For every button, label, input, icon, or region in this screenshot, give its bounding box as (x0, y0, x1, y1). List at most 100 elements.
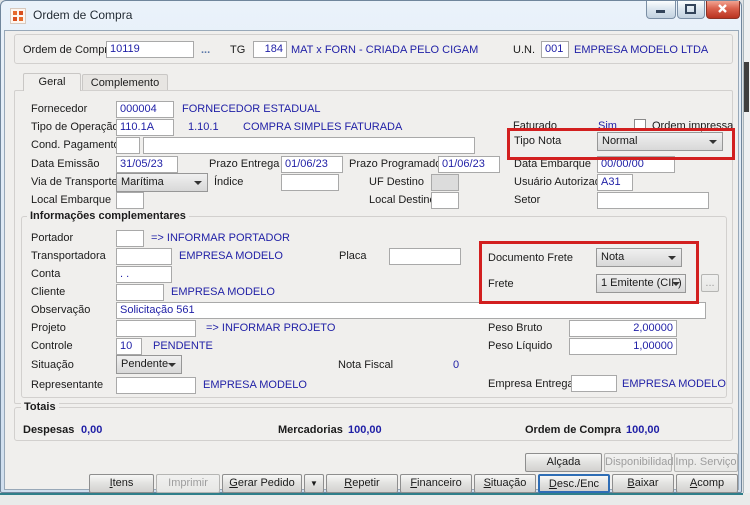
faturado-value: Sim (598, 120, 617, 132)
fornecedor-label: Fornecedor (31, 103, 88, 115)
app-icon (10, 8, 26, 24)
observacao-label: Observação (31, 304, 91, 316)
ordem-compra-total-value: 100,00 (626, 424, 660, 436)
conta-input[interactable]: . . (116, 266, 172, 283)
un-input[interactable]: 001 (541, 41, 569, 58)
cliente-label: Cliente (31, 286, 66, 298)
representante-label: Representante (31, 379, 104, 391)
data-embarque-input[interactable]: 00/00/00 (597, 156, 675, 173)
close-button[interactable] (706, 1, 740, 19)
local-embarque-label: Local Embarque (31, 194, 112, 206)
usuario-autorizado-input[interactable]: A31 (597, 174, 633, 191)
portador-hint: => INFORMAR PORTADOR (151, 232, 290, 244)
situacao-button[interactable]: Situação (474, 474, 536, 493)
ordem-de-compra-input[interactable]: 10119 (106, 41, 194, 58)
tab-complemento[interactable]: Complemento (82, 74, 168, 91)
chevron-down-icon (709, 140, 717, 144)
ordem-lookup-ellipsis-button[interactable]: ... (201, 44, 210, 56)
frete-label: Frete (488, 278, 514, 290)
titlebar[interactable]: Ordem de Compra (1, 1, 741, 30)
faturado-label: Faturado (513, 120, 558, 132)
cond-pagamento-label: Cond. Pagamento (31, 139, 120, 151)
usuario-autorizado-label: Usuário Autorizado (514, 176, 607, 188)
frete-dropdown[interactable]: 1 Emitente (CIF) (596, 274, 686, 293)
ordem-impressa-checkbox[interactable] (634, 119, 646, 131)
placa-input[interactable] (389, 248, 461, 265)
background-scrollbar-thumb[interactable] (744, 62, 749, 112)
tipo-nota-label: Tipo Nota (514, 135, 562, 147)
peso-liquido-label: Peso Líquido (488, 340, 553, 352)
cliente-input[interactable] (116, 284, 164, 301)
documento-frete-label: Documento Frete (488, 252, 573, 264)
data-emissao-label: Data Emissão (31, 158, 100, 170)
projeto-hint: => INFORMAR PROJETO (206, 322, 336, 334)
chevron-down-icon (672, 282, 680, 286)
prazo-programado-label: Prazo Programado (349, 158, 442, 170)
tab-geral[interactable]: Geral (23, 73, 81, 91)
indice-input[interactable] (281, 174, 339, 191)
nota-fiscal-value: 0 (453, 359, 460, 371)
setor-label: Setor (514, 194, 541, 206)
tipo-operacao-code: 1.10.1 (188, 121, 219, 133)
financeiro-button[interactable]: Financeiro (400, 474, 472, 493)
chevron-down-icon (668, 256, 676, 260)
chevron-down-icon (168, 363, 176, 367)
tg-input[interactable]: 184 (253, 41, 287, 58)
local-destino-input[interactable] (431, 192, 459, 209)
setor-input[interactable] (597, 192, 709, 209)
situacao-label: Situação (31, 359, 74, 371)
empresa-entrega-input[interactable] (571, 375, 617, 392)
minimize-button[interactable] (646, 1, 676, 19)
ordem-de-compra-window: Ordem de Compra Ordem de Compra 10119 ..… (0, 0, 742, 493)
uf-destino-input (431, 174, 459, 191)
local-embarque-input[interactable] (116, 192, 144, 209)
local-destino-label: Local Destino (369, 194, 436, 206)
cond-pagamento-code-input[interactable] (116, 137, 140, 154)
controle-input[interactable]: 10 (116, 338, 142, 355)
data-embarque-label: Data Embarque (514, 158, 592, 170)
baixar-button[interactable]: Baixar (612, 474, 674, 493)
peso-bruto-label: Peso Bruto (488, 322, 543, 334)
representante-input[interactable] (116, 377, 196, 394)
alcada-button[interactable]: Alçada (525, 453, 602, 472)
data-emissao-input[interactable]: 31/05/23 (116, 156, 178, 173)
maximize-icon (685, 4, 696, 14)
prazo-programado-input[interactable]: 01/06/23 (438, 156, 500, 173)
tipo-nota-dropdown[interactable]: Normal (597, 132, 723, 151)
via-transporte-dropdown[interactable]: Marítima (116, 173, 208, 192)
itens-button[interactable]: Itens (89, 474, 154, 493)
cliente-description: EMPRESA MODELO (171, 286, 275, 298)
un-description: EMPRESA MODELO LTDA (574, 44, 709, 56)
cond-pagamento-desc-input[interactable] (143, 137, 475, 154)
dropdown-arrow-icon: ▼ (310, 479, 318, 488)
tipo-operacao-input[interactable]: 110.1A (116, 119, 174, 136)
ordem-compra-total-label: Ordem de Compra (525, 424, 621, 436)
observacao-input[interactable]: Solicitação 561 (116, 302, 706, 319)
prazo-entrega-input[interactable]: 01/06/23 (281, 156, 343, 173)
fornecedor-input[interactable]: 000004 (116, 101, 174, 118)
repetir-button[interactable]: Repetir (326, 474, 398, 493)
maximize-button[interactable] (677, 1, 705, 19)
desc-enc-button[interactable]: Desc./Enc (538, 474, 610, 493)
projeto-label: Projeto (31, 322, 66, 334)
prazo-entrega-label: Prazo Entrega (209, 158, 280, 170)
documento-frete-dropdown[interactable]: Nota (596, 248, 682, 267)
uf-destino-label: UF Destino (369, 176, 425, 188)
peso-bruto-input[interactable]: 2,00000 (569, 320, 677, 337)
gerar-pedido-button[interactable]: Gerar Pedido (222, 474, 302, 493)
empresa-entrega-label: Empresa Entrega (488, 378, 574, 390)
frete-lookup-button: ... (701, 274, 719, 292)
acomp-button[interactable]: Acomp (676, 474, 738, 493)
transportadora-label: Transportadora (31, 250, 106, 262)
peso-liquido-input[interactable]: 1,00000 (569, 338, 677, 355)
gerar-pedido-dropdown-button[interactable]: ▼ (304, 474, 324, 493)
portador-input[interactable] (116, 230, 144, 247)
ordem-de-compra-label: Ordem de Compra (23, 44, 115, 56)
mercadorias-value: 100,00 (348, 424, 382, 436)
minimize-icon (656, 10, 665, 13)
tipo-operacao-label: Tipo de Operação (31, 121, 119, 133)
projeto-input[interactable] (116, 320, 196, 337)
situacao-dropdown[interactable]: Pendente (116, 355, 182, 374)
transportadora-input[interactable] (116, 248, 172, 265)
fornecedor-description: FORNECEDOR ESTADUAL (182, 103, 321, 115)
